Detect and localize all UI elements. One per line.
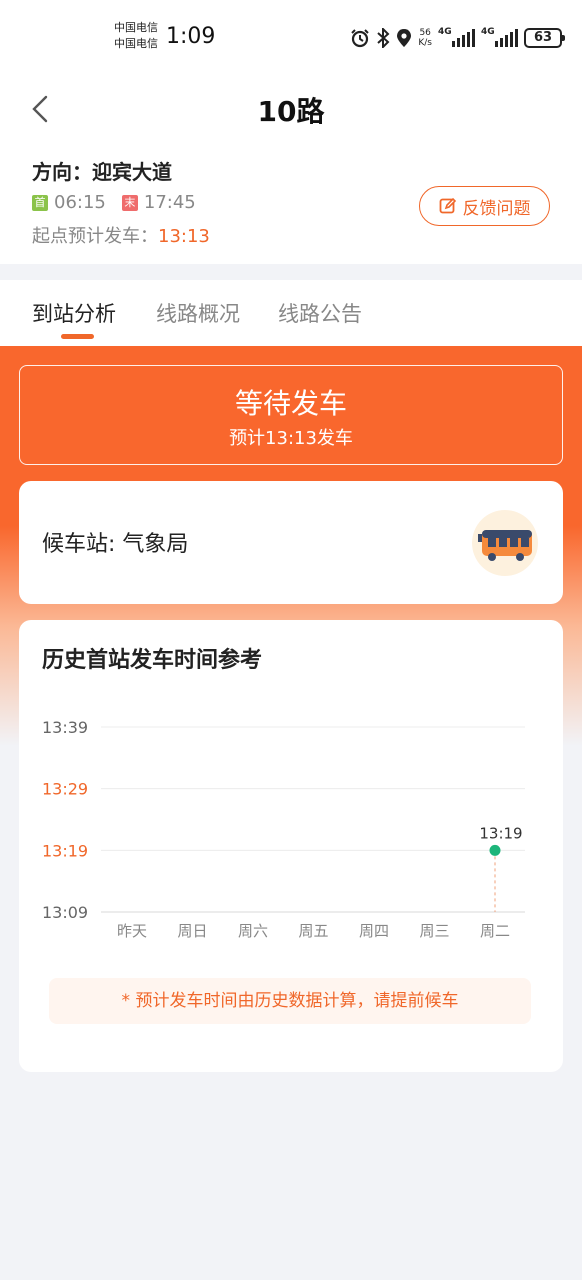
estimated-departure: 起点预计发车：13:13 (32, 222, 210, 248)
tab-active-indicator (61, 334, 94, 339)
first-bus-time: 06:15 (54, 192, 106, 213)
tab-route-overview[interactable]: 线路概况 (156, 298, 240, 328)
y-tick-label: 13:09 (42, 903, 88, 922)
x-tick-label: 周三 (419, 922, 449, 940)
feedback-label: 反馈问题 (462, 198, 531, 219)
data-point (489, 844, 501, 856)
bluetooth-icon (377, 28, 390, 48)
net-speed-unit: K/s (418, 38, 432, 48)
y-tick-label: 13:39 (42, 718, 88, 737)
battery-indicator: 63 (524, 28, 565, 48)
alarm-icon (351, 29, 370, 48)
x-tick-label: 周六 (238, 922, 268, 940)
waiting-stop-card: 候车站: 气象局 (19, 481, 563, 604)
estimate-value: 13:13 (158, 226, 210, 247)
departure-status-box: 等待发车 预计13:13发车 (19, 365, 563, 465)
route-header: 10路 方向：迎宾大道 首 06:15 末 17:45 起点预计发车：13:13… (0, 76, 582, 264)
first-bus-tag: 首 (32, 194, 48, 211)
feedback-button[interactable]: 反馈问题 (419, 186, 550, 226)
bus-icon (472, 510, 538, 576)
signal-1-icon: 4G (438, 27, 475, 47)
tab-route-notice[interactable]: 线路公告 (278, 298, 362, 328)
x-tick-label: 周二 (480, 922, 510, 940)
x-tick-label: 周日 (177, 922, 207, 940)
last-bus-time: 17:45 (143, 192, 196, 213)
service-hours: 首 06:15 末 17:45 (32, 192, 196, 213)
history-note: * 预计发车时间由历史数据计算，请提前候车 (49, 978, 531, 1024)
y-tick-label: 13:19 (42, 841, 88, 860)
history-title: 历史首站发车时间参考 (42, 648, 263, 673)
history-chart: 13:09 13:19 13:29 13:39 昨天 周日 周六 周五 周四 周三 周二 13:19 (42, 718, 525, 940)
signal-2-label: 4G (481, 27, 495, 37)
departure-status-title: 等待发车 (234, 387, 347, 420)
edit-icon (439, 197, 456, 214)
tab-bar: 到站分析 线路概况 线路公告 (0, 280, 582, 346)
route-direction: 方向：迎宾大道 (32, 160, 172, 184)
x-tick-label: 周四 (359, 922, 389, 940)
status-bar: 中国电信 中国电信 1:09 56 K/s 4G 4G 63 (0, 0, 582, 76)
y-tick-label: 13:29 (42, 780, 88, 799)
status-icons: 56 K/s 4G 4G 63 (350, 24, 565, 52)
data-label: 13:19 (479, 824, 522, 842)
signal-2-icon: 4G (481, 27, 518, 47)
x-tick-label: 周五 (298, 922, 328, 940)
tab-arrival-analysis[interactable]: 到站分析 (32, 298, 116, 328)
history-card: 历史首站发车时间参考 13:09 13:19 13:29 13:39 昨天 周日 周六 周五 周… (19, 620, 563, 1072)
carrier-2: 中国电信 (114, 37, 158, 50)
page-title: 10路 (257, 95, 325, 128)
last-bus-tag: 末 (121, 194, 138, 211)
net-speed-value: 56 (419, 28, 431, 38)
carrier-1: 中国电信 (114, 21, 158, 34)
departure-status-subtitle: 预计13:13发车 (229, 428, 353, 449)
location-icon (397, 29, 412, 47)
waiting-stop-label: 候车站: 气象局 (42, 532, 189, 557)
estimate-label: 起点预计发车： (32, 226, 158, 247)
status-time: 1:09 (166, 24, 216, 49)
carrier-info: 中国电信 中国电信 (114, 20, 158, 52)
network-speed: 56 K/s (418, 28, 432, 48)
x-tick-label: 昨天 (117, 922, 147, 940)
signal-1-label: 4G (438, 27, 452, 37)
